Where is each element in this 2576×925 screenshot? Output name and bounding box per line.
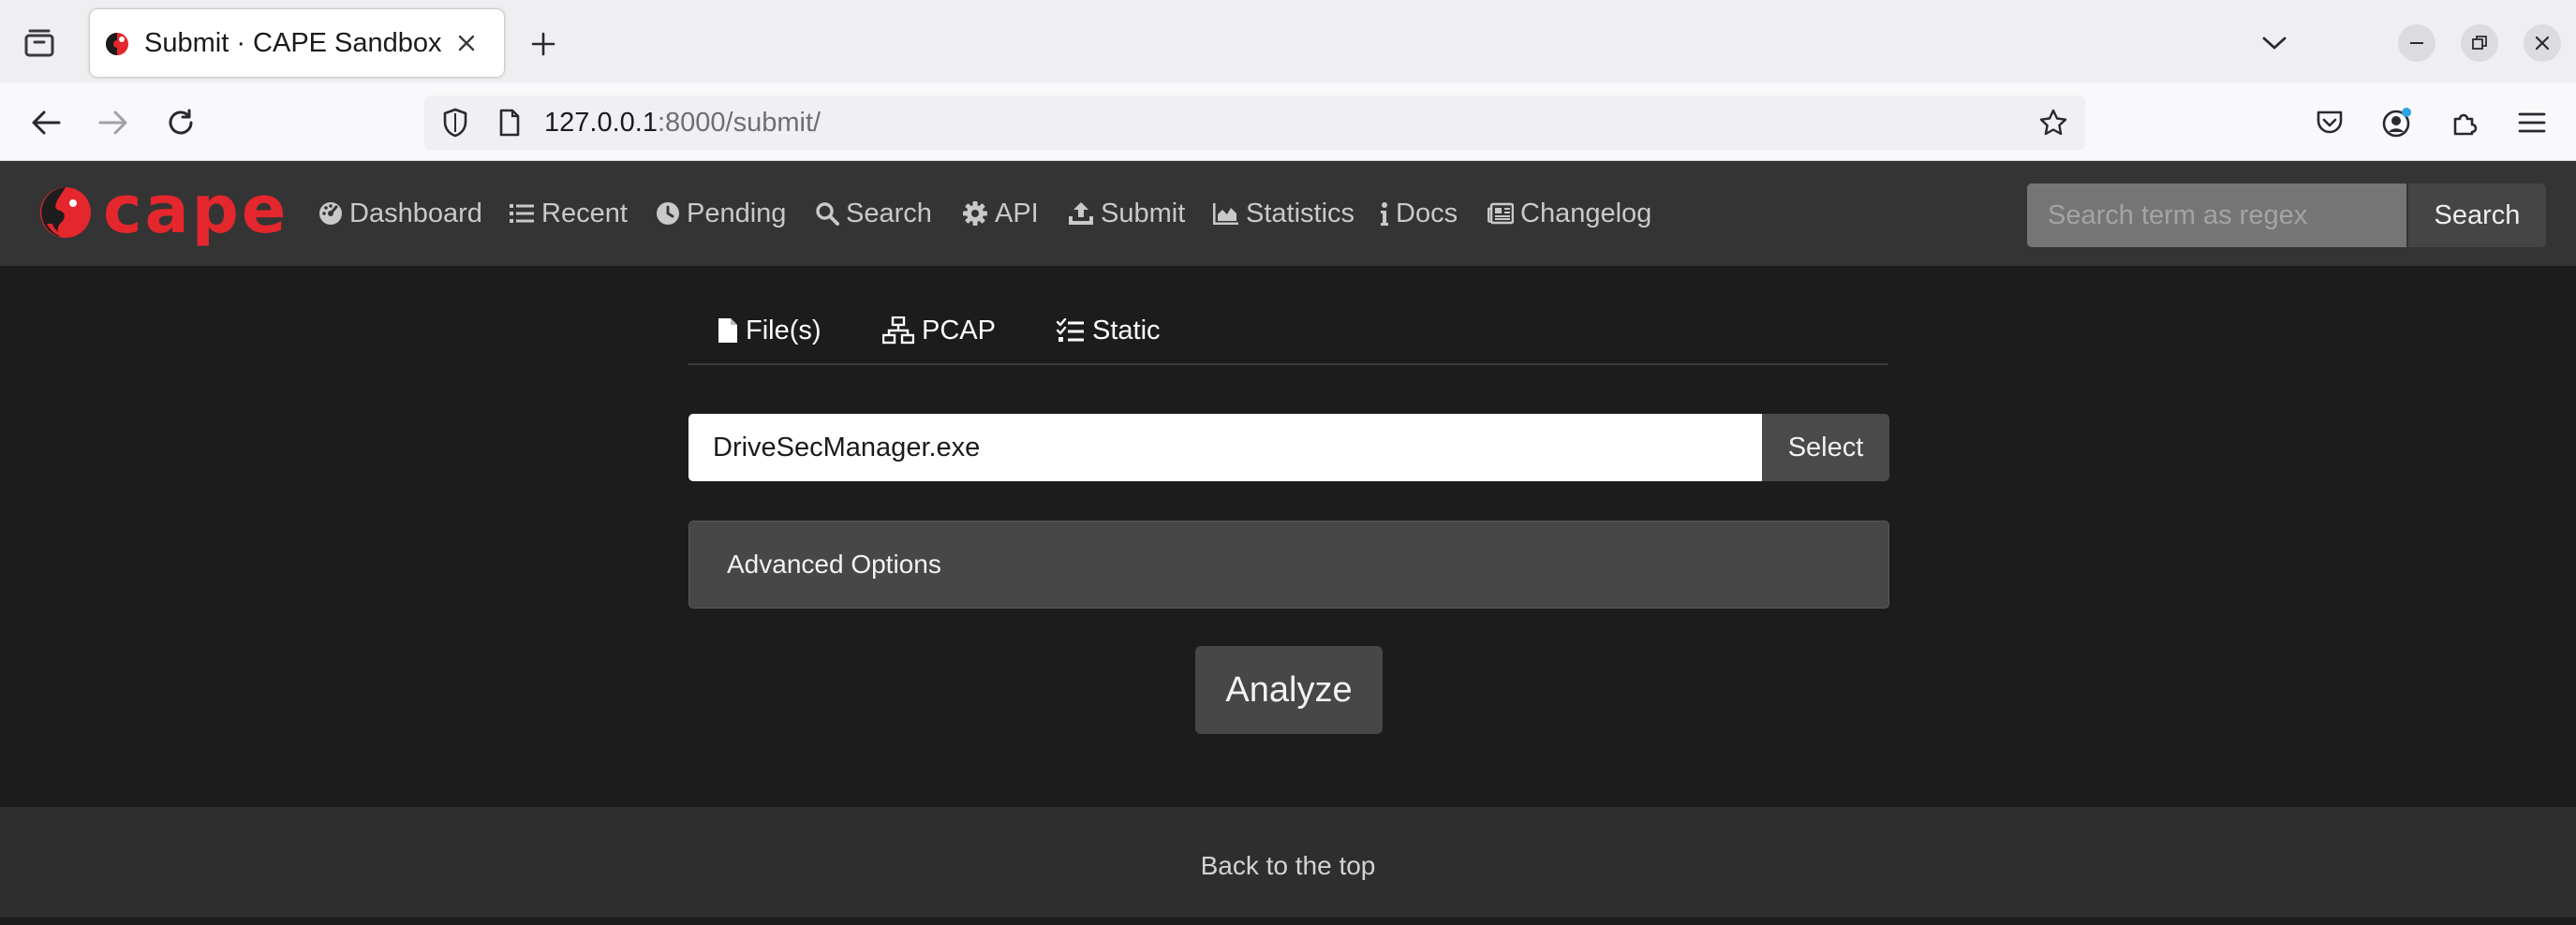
- nav-submit-label: Submit: [1101, 198, 1186, 228]
- forward-arrow-icon[interactable]: [94, 103, 133, 142]
- nav-statistics[interactable]: Statistics: [1213, 161, 1355, 266]
- nav-submit[interactable]: Submit: [1068, 161, 1185, 266]
- url-bar[interactable]: 127.0.0.1:8000/submit/: [424, 95, 2085, 150]
- tab-close-icon[interactable]: [448, 24, 485, 62]
- cape-logo-icon: [40, 187, 91, 238]
- tab-files[interactable]: File(s): [718, 292, 822, 369]
- browser-tab-strip: Submit · CAPE Sandbox: [0, 0, 2576, 82]
- cape-favicon-icon: [103, 30, 131, 58]
- network-icon: [882, 316, 914, 345]
- tabs-divider: [688, 363, 1888, 365]
- bookmark-star-icon[interactable]: [2036, 105, 2071, 140]
- tab-static[interactable]: Static: [1057, 292, 1161, 369]
- nav-docs[interactable]: Docs: [1380, 161, 1458, 266]
- extensions-icon[interactable]: [2445, 103, 2484, 142]
- nav-search[interactable]: Search: [815, 161, 932, 266]
- tab-pcap-label: PCAP: [922, 315, 996, 345]
- url-host: 127.0.0.1: [544, 108, 658, 138]
- nav-recent[interactable]: Recent: [509, 161, 628, 266]
- account-icon[interactable]: [2377, 103, 2417, 142]
- nav-search-label: Search: [846, 198, 932, 228]
- file-name-field[interactable]: DriveSecManager.exe: [688, 414, 1762, 481]
- nav-dashboard[interactable]: Dashboard: [318, 161, 482, 266]
- back-to-top-link[interactable]: Back to the top: [0, 807, 2576, 925]
- close-window-icon[interactable]: [2524, 24, 2561, 62]
- tab-static-label: Static: [1092, 315, 1161, 345]
- url-path: :8000/submit/: [657, 108, 822, 138]
- file-icon: [718, 318, 737, 343]
- footer: Back to the top: [0, 807, 2576, 918]
- page-info-icon[interactable]: [492, 105, 527, 140]
- clock-icon: [657, 202, 679, 225]
- url-text: 127.0.0.1:8000/submit/: [544, 95, 821, 150]
- minimize-window-icon[interactable]: [2398, 24, 2435, 62]
- back-arrow-icon[interactable]: [26, 103, 66, 142]
- nav-api[interactable]: API: [962, 161, 1039, 266]
- browser-tab-title: Submit · CAPE Sandbox: [144, 28, 442, 58]
- nav-changelog-label: Changelog: [1520, 198, 1652, 228]
- tab-pcap[interactable]: PCAP: [882, 292, 996, 369]
- list-icon: [510, 204, 534, 223]
- nav-docs-label: Docs: [1396, 198, 1458, 228]
- dashboard-icon: [319, 202, 342, 225]
- new-tab-icon[interactable]: [525, 25, 562, 63]
- site-search-input[interactable]: [2027, 184, 2406, 247]
- nav-pending[interactable]: Pending: [656, 161, 786, 266]
- cape-logo-text: cape: [103, 171, 289, 248]
- shield-icon[interactable]: [437, 105, 473, 140]
- reload-icon[interactable]: [161, 103, 200, 142]
- tab-files-label: File(s): [746, 315, 822, 345]
- nav-statistics-label: Statistics: [1246, 198, 1355, 228]
- nav-recent-label: Recent: [541, 198, 628, 228]
- info-icon: [1381, 202, 1388, 226]
- pocket-icon[interactable]: [2310, 103, 2349, 142]
- browser-tab-active[interactable]: Submit · CAPE Sandbox: [90, 9, 504, 77]
- tab-overview-icon[interactable]: [21, 24, 58, 62]
- tasks-icon: [1057, 318, 1084, 342]
- restore-window-icon[interactable]: [2461, 24, 2498, 62]
- gear-icon: [963, 201, 987, 226]
- search-icon: [816, 202, 839, 226]
- analyze-button[interactable]: Analyze: [1195, 646, 1383, 734]
- menu-hamburger-icon[interactable]: [2512, 103, 2552, 142]
- upload-icon: [1069, 202, 1093, 225]
- advanced-options-panel[interactable]: Advanced Options: [688, 521, 1889, 609]
- advanced-options-label: Advanced Options: [727, 550, 941, 579]
- newspaper-icon: [1488, 202, 1514, 225]
- site-search-button[interactable]: Search: [2408, 184, 2546, 247]
- tab-list-chevron-icon[interactable]: [2256, 24, 2293, 62]
- area-chart-icon: [1213, 203, 1238, 225]
- cape-logo[interactable]: cape: [37, 161, 289, 266]
- nav-pending-label: Pending: [687, 198, 787, 228]
- nav-dashboard-label: Dashboard: [349, 198, 482, 228]
- nav-changelog[interactable]: Changelog: [1488, 161, 1651, 266]
- nav-api-label: API: [995, 198, 1039, 228]
- select-file-button[interactable]: Select: [1762, 414, 1889, 481]
